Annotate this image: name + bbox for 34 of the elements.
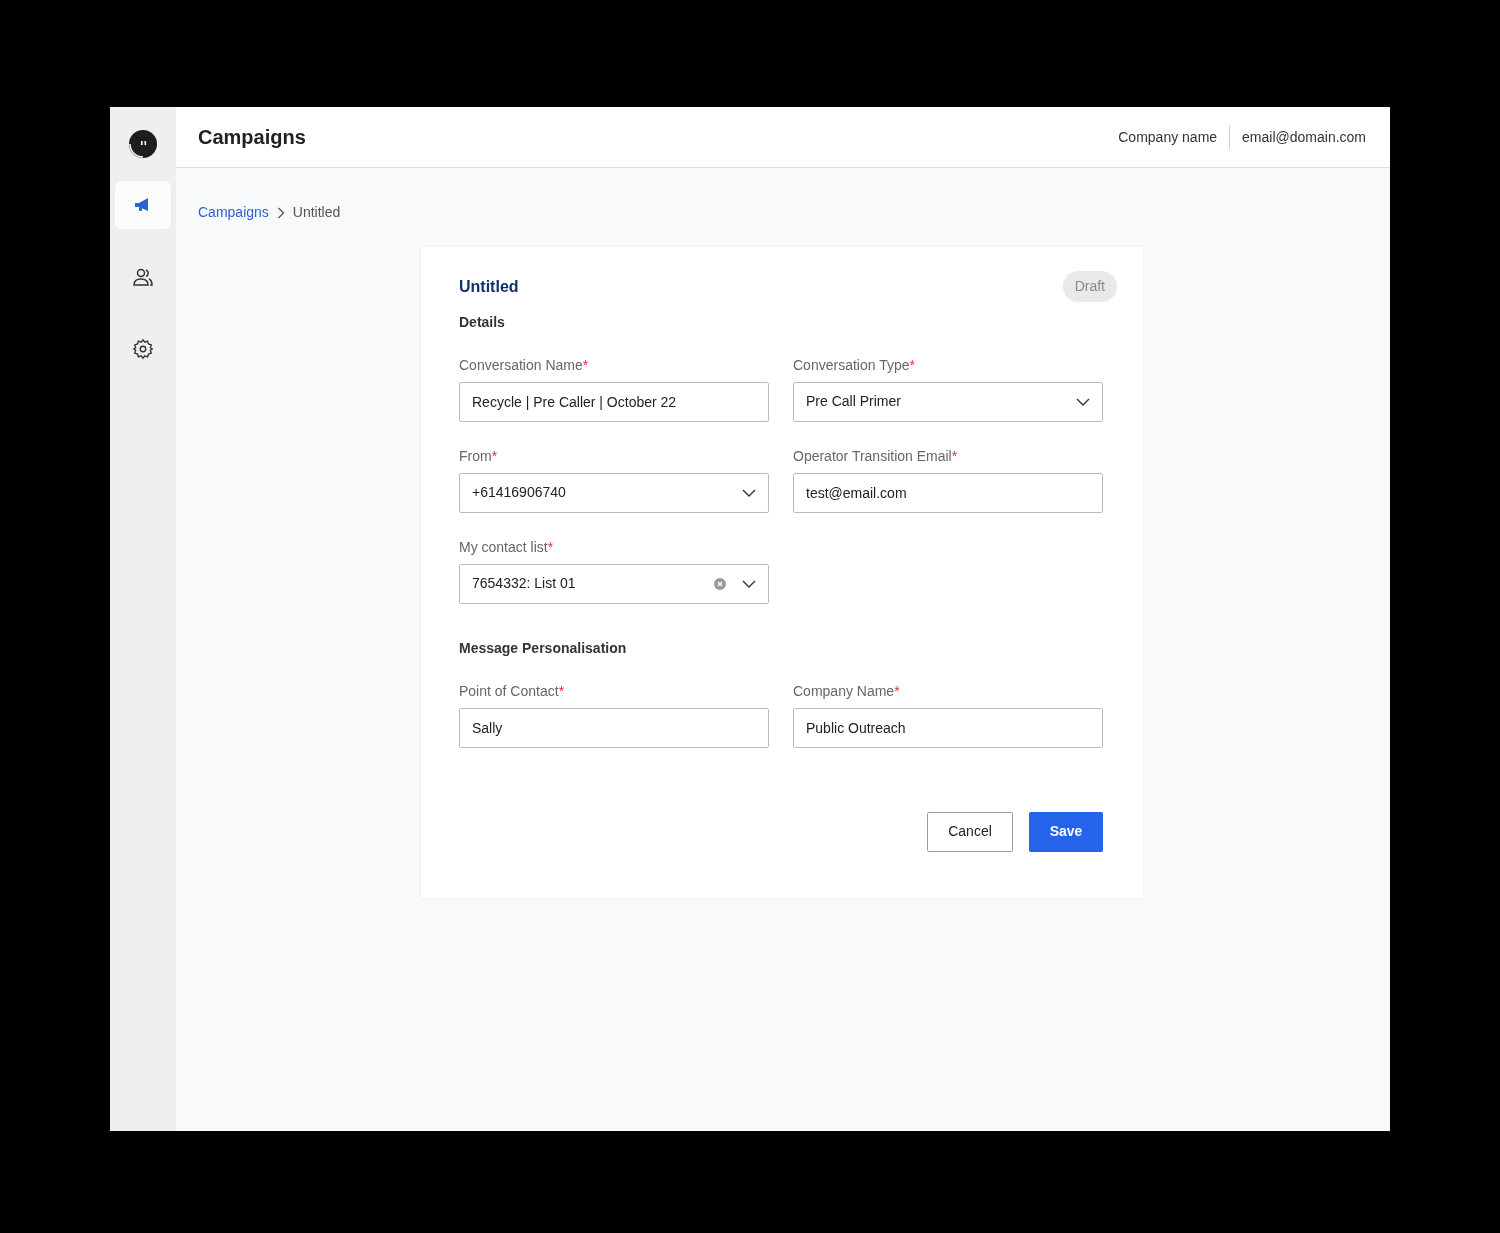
field-label: Point of Contact* — [459, 681, 566, 701]
input-field[interactable]: test@email.com — [793, 472, 1103, 513]
dropdown-field[interactable]: 7654332: List 01 — [459, 563, 769, 604]
input-field[interactable]: Sally — [459, 707, 769, 748]
field-label: Company Name* — [793, 681, 901, 701]
field-label: Conversation Name* — [459, 355, 590, 375]
chevron-down-icon — [742, 488, 756, 497]
field-label: From* — [459, 446, 499, 466]
section-heading: Message Personalisation — [459, 639, 628, 657]
section-heading: Details — [459, 314, 506, 331]
breadcrumb-link[interactable]: Campaigns — [198, 202, 269, 223]
dropdown-field[interactable]: Pre Call Primer — [793, 381, 1103, 422]
page-title: Campaigns — [198, 125, 306, 149]
chevron-down-icon — [1076, 397, 1090, 406]
breadcrumb-current: Untitled — [292, 203, 341, 222]
field-label: My contact list* — [459, 537, 555, 557]
cancel-button[interactable]: Cancel — [927, 811, 1013, 852]
settings-icon — [132, 338, 154, 360]
input-field[interactable]: Recycle | Pre Caller | October 22 — [459, 381, 769, 422]
company-name: Company name — [1118, 127, 1218, 147]
status-tag: Draft — [1062, 271, 1117, 302]
field-label: Operator Transition Email* — [793, 446, 959, 466]
sidebar-nav-button[interactable] — [115, 181, 171, 229]
users-icon — [132, 266, 154, 288]
card-title: Untitled — [459, 276, 519, 297]
chevron-down-icon — [742, 579, 756, 588]
dropdown-field[interactable]: +61416906740 — [459, 472, 769, 513]
logo-icon — [126, 129, 160, 159]
clear-icon — [714, 577, 726, 590]
field-label: Conversation Type* — [793, 355, 916, 375]
chevron-right-icon — [276, 206, 285, 219]
input-field[interactable]: Public Outreach — [793, 707, 1103, 748]
save-button[interactable]: Save — [1029, 811, 1103, 852]
user-email: email@domain.com — [1242, 127, 1366, 147]
